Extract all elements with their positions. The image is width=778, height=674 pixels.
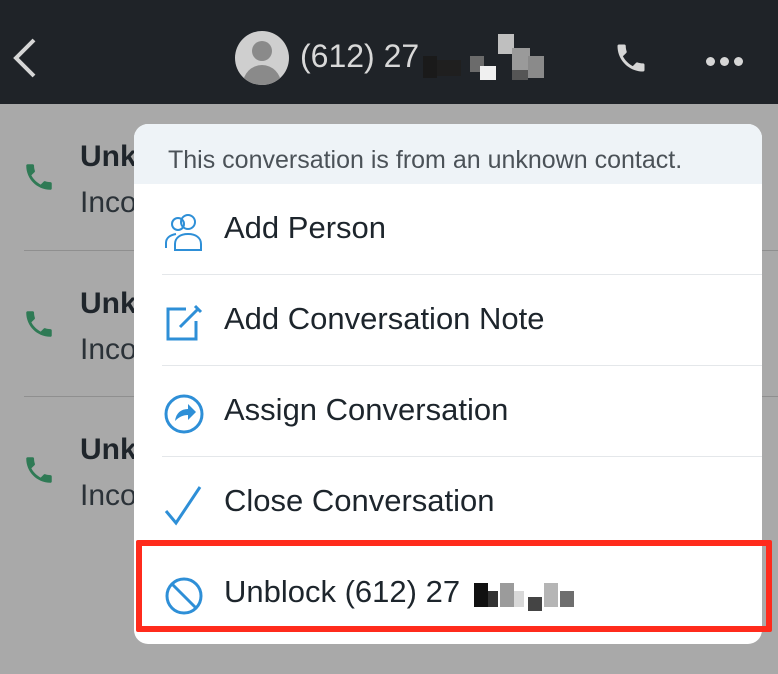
phone-icon [26, 311, 52, 337]
phone-icon [26, 164, 52, 190]
conversation-subtitle: Inco [80, 186, 137, 219]
add-note-label: Add Conversation Note [224, 301, 545, 336]
add-person-label: Add Person [224, 210, 386, 245]
close-conversation-item[interactable]: Close Conversation [134, 457, 762, 547]
redaction-block [528, 56, 544, 78]
redaction-block [512, 70, 528, 80]
conversation-header: (612) 27 [0, 0, 778, 104]
conversation-name: Unk [80, 433, 137, 466]
menu-header: This conversation is from an unknown con… [134, 124, 762, 184]
chevron-left-icon[interactable] [10, 36, 40, 80]
assign-conversation-item[interactable]: Assign Conversation [134, 366, 762, 456]
conversation-subtitle: Inco [80, 479, 137, 512]
redaction-block [480, 66, 496, 80]
avatar-head [252, 41, 272, 61]
note-edit-icon [166, 304, 203, 341]
more-icon[interactable] [706, 51, 748, 70]
redaction-block [437, 60, 461, 76]
conversation-subtitle: Inco [80, 333, 137, 366]
phone-icon [26, 457, 52, 483]
contact-title[interactable]: (612) 27 [300, 38, 419, 75]
conversation-name: Unk [80, 287, 137, 320]
highlight-box [136, 540, 772, 632]
close-conversation-label: Close Conversation [224, 483, 495, 518]
redaction-block [423, 56, 437, 78]
add-person-item[interactable]: Add Person [134, 184, 762, 274]
avatar[interactable] [235, 31, 289, 85]
conversation-name: Unk [80, 140, 137, 173]
assign-conversation-label: Assign Conversation [224, 392, 509, 427]
menu-header-text: This conversation is from an unknown con… [168, 146, 683, 174]
avatar-body [243, 65, 281, 85]
checkmark-icon [164, 486, 202, 526]
phone-icon[interactable] [613, 40, 649, 76]
people-icon [165, 214, 202, 251]
assign-arrow-icon [164, 394, 204, 434]
add-note-item[interactable]: Add Conversation Note [134, 275, 762, 365]
